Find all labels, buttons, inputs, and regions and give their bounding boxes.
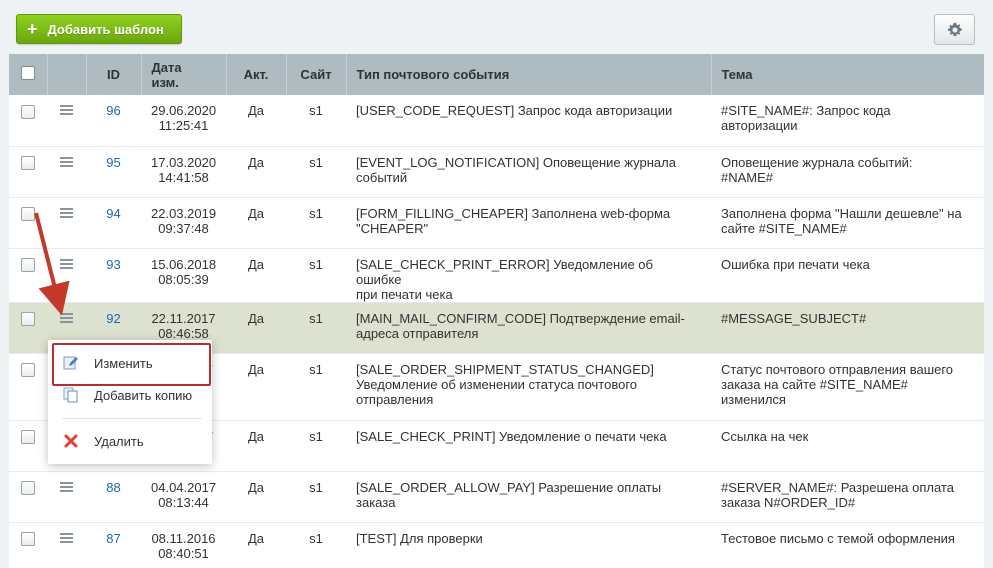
menu-separator xyxy=(62,418,202,419)
row-subject: #SERVER_NAME#: Разрешена оплата заказа N#… xyxy=(711,471,984,523)
row-active: Да xyxy=(226,248,286,303)
row-site: s1 xyxy=(286,522,346,568)
row-date: 08.11.2016 08:40:51 xyxy=(141,522,226,568)
row-site: s1 xyxy=(286,146,346,198)
row-site: s1 xyxy=(286,420,346,472)
menu-item-label: Удалить xyxy=(94,433,144,449)
row-active: Да xyxy=(226,197,286,249)
col-header-id[interactable]: ID xyxy=(86,54,142,95)
row-event-type: [TEST] Для проверки xyxy=(346,522,711,568)
menu-icon[interactable] xyxy=(60,207,73,218)
row-site: s1 xyxy=(286,302,346,354)
row-id[interactable]: 87 xyxy=(86,522,141,568)
menu-icon[interactable] xyxy=(60,312,73,323)
row-checkbox[interactable] xyxy=(21,156,35,171)
table-row[interactable]: 94 22.03.2019 09:37:48 Да s1 [FORM_FILLIN… xyxy=(9,197,984,249)
row-site: s1 xyxy=(286,248,346,303)
menu-icon[interactable] xyxy=(60,258,73,269)
row-checkbox[interactable] xyxy=(21,363,35,378)
actions-header xyxy=(47,54,87,95)
add-template-button[interactable]: + Добавить шаблон xyxy=(16,14,182,44)
row-event-type: [SALE_ORDER_SHIPMENT_STATUS_CHANGED] Увед… xyxy=(346,353,711,421)
row-subject: Оповещение журнала событий: #NAME# xyxy=(711,146,984,198)
row-checkbox[interactable] xyxy=(21,258,35,273)
col-header-site[interactable]: Сайт xyxy=(286,54,347,95)
row-site: s1 xyxy=(286,95,346,147)
menu-item-edit[interactable]: Изменить xyxy=(48,350,212,376)
menu-icon[interactable] xyxy=(60,481,73,492)
row-event-type: [SALE_CHECK_PRINT_ERROR] Уведомление об … xyxy=(346,248,711,303)
toolbar: + Добавить шаблон xyxy=(0,0,993,54)
row-checkbox[interactable] xyxy=(21,104,35,119)
row-active: Да xyxy=(226,471,286,523)
row-active: Да xyxy=(226,302,286,354)
gear-icon xyxy=(947,22,962,36)
table-row[interactable]: 96 29.06.2020 11:25:41 Да s1 [USER_CODE_R… xyxy=(9,95,984,147)
row-date: 04.04.2017 08:13:44 xyxy=(141,471,226,523)
edit-icon xyxy=(62,354,80,372)
row-event-type: [EVENT_LOG_NOTIFICATION] Оповещение журн… xyxy=(346,146,711,198)
table-row[interactable]: 88 04.04.2017 08:13:44 Да s1 [SALE_ORDER_… xyxy=(9,471,984,523)
row-event-type: [FORM_FILLING_CHEAPER] Заполнена web-фор… xyxy=(346,197,711,249)
row-site: s1 xyxy=(286,471,346,523)
row-subject: Статус почтового отправления вашего заказ… xyxy=(711,353,984,421)
row-subject: Ошибка при печати чека xyxy=(711,248,984,303)
row-date: 17.03.2020 14:41:58 xyxy=(141,146,226,198)
row-id[interactable]: 94 xyxy=(86,197,141,249)
row-date: 29.06.2020 11:25:41 xyxy=(141,95,226,147)
menu-icon[interactable] xyxy=(60,156,73,167)
row-active: Да xyxy=(226,353,286,421)
row-active: Да xyxy=(226,95,286,147)
menu-item-delete[interactable]: Удалить xyxy=(48,428,212,454)
table-row[interactable]: 87 08.11.2016 08:40:51 Да s1 [TEST] Для п… xyxy=(9,522,984,568)
row-subject: Тестовое письмо с темой оформления xyxy=(711,522,984,568)
menu-icon[interactable] xyxy=(60,105,73,115)
row-checkbox[interactable] xyxy=(21,532,35,547)
row-active: Да xyxy=(226,522,286,568)
menu-item-copy[interactable]: Добавить копию xyxy=(48,382,212,408)
row-event-type: [SALE_CHECK_PRINT] Уведомление о печати … xyxy=(346,420,711,472)
row-checkbox[interactable] xyxy=(21,207,35,222)
copy-icon xyxy=(62,386,80,404)
select-all-checkbox[interactable] xyxy=(20,66,35,80)
row-date: 15.06.2018 08:05:39 xyxy=(141,248,226,303)
row-id[interactable]: 96 xyxy=(86,95,141,147)
settings-button[interactable] xyxy=(934,14,975,45)
select-all-cell xyxy=(9,54,48,95)
menu-item-label: Изменить xyxy=(94,355,153,371)
row-site: s1 xyxy=(286,353,346,421)
row-checkbox[interactable] xyxy=(21,481,35,496)
row-context-menu: Изменить Добавить копию Удалить xyxy=(48,340,212,464)
row-active: Да xyxy=(226,146,286,198)
row-id[interactable]: 88 xyxy=(86,471,141,523)
plus-icon: + xyxy=(27,19,38,39)
col-header-event-type[interactable]: Тип почтового события xyxy=(346,54,712,95)
row-checkbox[interactable] xyxy=(21,430,35,445)
col-header-date[interactable]: Дата изм. xyxy=(141,54,227,95)
col-header-active[interactable]: Акт. xyxy=(226,54,287,95)
row-event-type: [SALE_ORDER_ALLOW_PAY] Разрешение оплаты… xyxy=(346,471,711,523)
mail-templates-grid: ID Дата изм. Акт. Сайт Тип почтового собы… xyxy=(9,54,984,568)
row-id[interactable]: 95 xyxy=(86,146,141,198)
table-header: ID Дата изм. Акт. Сайт Тип почтового собы… xyxy=(9,54,984,95)
row-subject: Ссылка на чек xyxy=(711,420,984,472)
menu-icon[interactable] xyxy=(60,532,73,543)
delete-icon xyxy=(62,432,80,450)
add-template-label: Добавить шаблон xyxy=(47,21,164,37)
row-event-type: [MAIN_MAIL_CONFIRM_CODE] Подтверждение e… xyxy=(346,302,711,354)
row-id[interactable]: 93 xyxy=(86,248,141,303)
row-subject: #MESSAGE_SUBJECT# xyxy=(711,302,984,354)
table-row[interactable]: 95 17.03.2020 14:41:58 Да s1 [EVENT_LOG_N… xyxy=(9,146,984,198)
col-header-subject[interactable]: Тема xyxy=(711,54,984,95)
table-row[interactable]: 93 15.06.2018 08:05:39 Да s1 [SALE_CHECK_… xyxy=(9,248,984,303)
menu-item-label: Добавить копию xyxy=(94,387,193,403)
row-site: s1 xyxy=(286,197,346,249)
row-subject: Заполнена форма "Нашли дешевле" на сайте … xyxy=(711,197,984,249)
row-date: 22.03.2019 09:37:48 xyxy=(141,197,226,249)
row-event-type: [USER_CODE_REQUEST] Запрос кода авториза… xyxy=(346,95,711,147)
row-checkbox[interactable] xyxy=(21,312,35,327)
row-active: Да xyxy=(226,420,286,472)
row-subject: #SITE_NAME#: Запрос кода авторизации xyxy=(711,95,984,147)
